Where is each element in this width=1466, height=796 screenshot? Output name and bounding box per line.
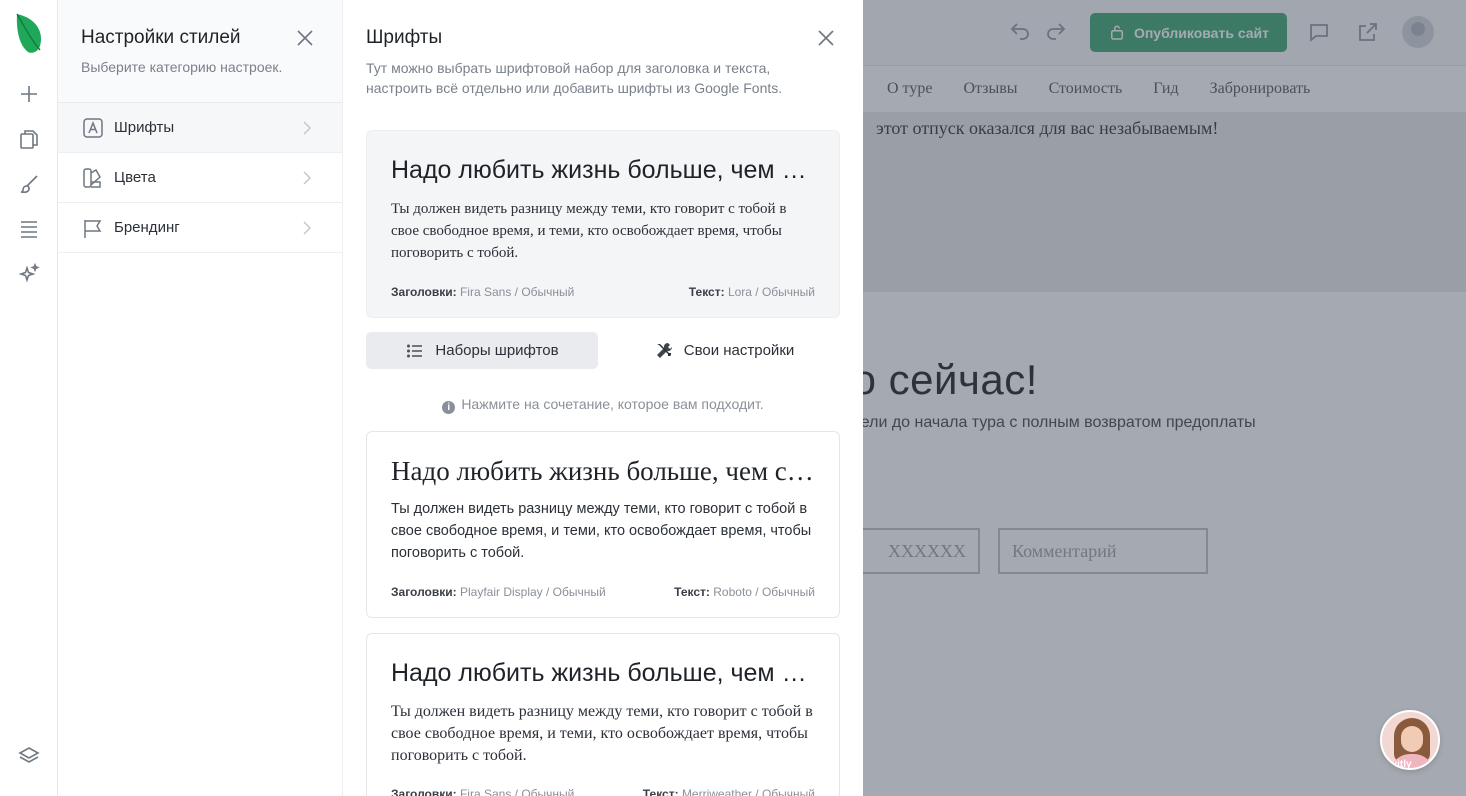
selection-hint: i Нажмите на сочетание, которое вам подхо… — [366, 396, 840, 414]
settings-item-label: Брендинг — [114, 219, 180, 236]
brush-icon[interactable] — [17, 172, 41, 196]
current-font-set-card: Надо любить жизнь больше, чем смысл жизн… — [366, 130, 840, 318]
font-set-option[interactable]: Надо любить жизнь больше, чем смысл жизн… — [366, 633, 840, 796]
close-icon[interactable] — [816, 28, 836, 48]
settings-header: Настройки стилей Выберите категорию наст… — [58, 0, 342, 103]
support-chat-button[interactable]: kvitly — [1380, 710, 1440, 770]
settings-item-fonts[interactable]: Шрифты — [58, 103, 342, 153]
headings-font: Playfair Display / Обычный — [459, 585, 606, 599]
flag-icon — [82, 217, 104, 239]
font-set-body-sample: Ты должен видеть разницу между теми, кто… — [391, 201, 787, 261]
settings-title: Настройки стилей — [81, 27, 241, 48]
settings-item-label: Шрифты — [114, 119, 175, 136]
font-set-body-sample: Ты должен видеть разницу между теми, кто… — [391, 703, 813, 764]
tab-font-sets-label: Наборы шрифтов — [435, 342, 559, 359]
text-label: Текст: — [688, 285, 725, 299]
info-icon: i — [442, 401, 456, 414]
headings-font: Fira Sans / Обычный — [459, 285, 575, 299]
close-icon[interactable] — [295, 28, 315, 48]
headings-label: Заголовки: — [391, 585, 457, 599]
tool-rail — [0, 0, 58, 796]
headings-label: Заголовки: — [391, 787, 457, 796]
font-set-body-sample: Ты должен видеть разницу между теми, кто… — [391, 501, 812, 561]
fonts-description: Тут можно выбрать шрифтовой набор для за… — [366, 60, 783, 96]
settings-item-branding[interactable]: Брендинг — [58, 203, 342, 253]
text-font: Merriweather / Обычный — [681, 787, 815, 796]
settings-item-label: Цвета — [114, 169, 156, 186]
font-set-heading-sample: Надо любить жизнь больше, чем смысл жизн… — [391, 659, 815, 687]
fonts-panel: Шрифты Тут можно выбрать шрифтовой набор… — [343, 0, 863, 796]
chevron-right-icon — [302, 220, 312, 236]
fonts-mode-tabs: Наборы шрифтов Свои настройки — [366, 332, 840, 369]
settings-subtitle: Выберите категорию настроек. — [81, 59, 283, 75]
font-set-option[interactable]: Надо любить жизнь больше, чем смысл жизн… — [366, 431, 840, 618]
font-set-heading-sample: Надо любить жизнь больше, чем смысл жизн… — [391, 156, 815, 184]
avatar-face — [1401, 726, 1423, 752]
text-font: Roboto / Обычный — [713, 585, 815, 599]
chevron-right-icon — [302, 170, 312, 186]
plus-icon[interactable] — [17, 82, 41, 106]
tab-custom-settings-label: Свои настройки — [683, 342, 795, 359]
font-set-meta: Заголовки: Fira Sans / Обычный Текст: Me… — [391, 787, 815, 796]
style-settings-panel: Настройки стилей Выберите категорию наст… — [58, 0, 343, 796]
chevron-right-icon — [302, 120, 312, 136]
font-set-heading-sample: Надо любить жизнь больше, чем смысл жизн… — [391, 456, 815, 486]
palette-icon — [82, 167, 104, 189]
list-icon — [407, 343, 423, 357]
tab-font-sets[interactable]: Наборы шрифтов — [366, 332, 598, 369]
text-label: Текст: — [674, 585, 710, 599]
layers-icon[interactable] — [17, 744, 41, 768]
tools-icon — [656, 342, 672, 358]
font-icon — [82, 117, 104, 139]
hint-text: Нажмите на сочетание, которое вам подход… — [461, 396, 764, 412]
sections-icon[interactable] — [17, 217, 41, 241]
settings-item-colors[interactable]: Цвета — [58, 153, 342, 203]
fonts-title: Шрифты — [366, 27, 443, 48]
headings-font: Fira Sans / Обычный — [459, 787, 575, 796]
font-set-meta: Заголовки: Playfair Display / Обычный Те… — [391, 585, 815, 599]
leaf-logo-icon[interactable] — [14, 12, 44, 54]
font-set-meta: Заголовки: Fira Sans / Обычный Текст: Lo… — [391, 285, 815, 299]
text-label: Текст: — [642, 787, 679, 796]
pages-icon[interactable] — [17, 127, 41, 151]
headings-label: Заголовки: — [391, 285, 457, 299]
text-font: Lora / Обычный — [727, 285, 815, 299]
sparkles-icon[interactable] — [17, 262, 41, 286]
tab-custom-settings[interactable]: Свои настройки — [608, 332, 840, 369]
